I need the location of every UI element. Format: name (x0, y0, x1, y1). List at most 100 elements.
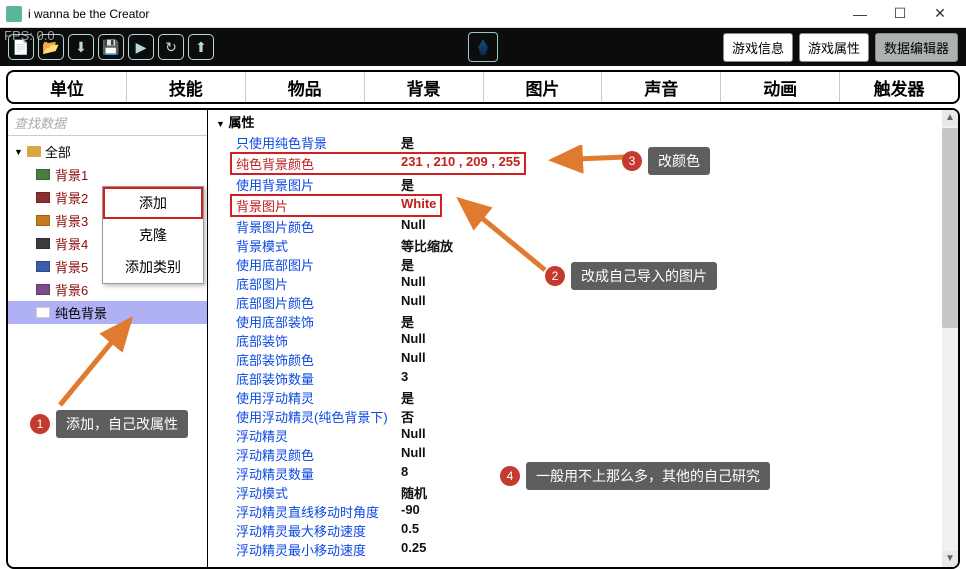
prop-row-11[interactable]: 底部装饰颜色Null (208, 350, 958, 369)
prop-value: Null (401, 426, 426, 445)
context-add[interactable]: 添加 (103, 187, 203, 219)
tree-item-label: 纯色背景 (55, 303, 107, 322)
tab-0[interactable]: 单位 (8, 72, 127, 102)
tree-item-label: 背景3 (55, 211, 88, 230)
right-button-1[interactable]: 游戏属性 (799, 33, 869, 62)
scroll-up-icon[interactable]: ▲ (942, 110, 958, 126)
tab-6[interactable]: 动画 (721, 72, 840, 102)
right-button-2[interactable]: 数据编辑器 (875, 33, 958, 62)
prop-row-10[interactable]: 底部装饰Null (208, 331, 958, 350)
prop-row-8[interactable]: 底部图片颜色Null (208, 293, 958, 312)
play-icon[interactable]: ▶ (128, 34, 154, 60)
open-file-icon[interactable]: 📂 (38, 34, 64, 60)
callout-3: 改颜色 (648, 147, 710, 175)
prop-name: 只使用纯色背景 (236, 133, 401, 152)
prop-name: 使用底部装饰 (236, 312, 401, 331)
prop-name: 浮动精灵最小移动速度 (236, 540, 401, 559)
tab-5[interactable]: 声音 (602, 72, 721, 102)
color-swatch (36, 169, 50, 180)
prop-row-5[interactable]: 背景模式等比缩放 (208, 236, 958, 255)
prop-value: 等比缩放 (401, 236, 453, 255)
tree-root[interactable]: ▼ 全部 (8, 140, 207, 163)
prop-row-20[interactable]: 浮动精灵最大移动速度0.5 (208, 521, 958, 540)
annotation-1: 1 添加，自己改属性 (30, 410, 188, 438)
prop-name: 背景图片颜色 (236, 217, 401, 236)
prop-name: 浮动精灵 (236, 426, 401, 445)
maximize-button[interactable]: ☐ (880, 0, 920, 28)
prop-row-4[interactable]: 背景图片颜色Null (208, 217, 958, 236)
prop-row-1[interactable]: 纯色背景颜色231 , 210 , 209 , 255 (208, 152, 958, 175)
tab-7[interactable]: 触发器 (840, 72, 958, 102)
color-swatch (36, 284, 50, 295)
scroll-thumb[interactable] (942, 128, 958, 328)
folder-icon (27, 146, 41, 157)
prop-value: Null (401, 445, 426, 464)
color-swatch (36, 192, 50, 203)
prop-row-0[interactable]: 只使用纯色背景是 (208, 133, 958, 152)
context-menu: 添加 克隆 添加类别 (102, 186, 204, 284)
new-file-icon[interactable]: 📄 (8, 34, 34, 60)
prop-row-9[interactable]: 使用底部装饰是 (208, 312, 958, 331)
badge-2: 2 (545, 266, 565, 286)
prop-name: 浮动模式 (236, 483, 401, 502)
prop-row-13[interactable]: 使用浮动精灵是 (208, 388, 958, 407)
save-icon[interactable]: 💾 (98, 34, 124, 60)
prop-value: Null (401, 293, 426, 312)
callout-1: 添加，自己改属性 (56, 410, 188, 438)
color-swatch (36, 215, 50, 226)
tree-item-label: 背景2 (55, 188, 88, 207)
prop-value: Null (401, 217, 426, 236)
download-icon[interactable]: ⬇ (68, 34, 94, 60)
prop-value: Null (401, 331, 426, 350)
color-swatch (36, 238, 50, 249)
prop-name: 底部装饰 (236, 331, 401, 350)
annotation-4: 4 一般用不上那么多，其他的自己研究 (500, 462, 770, 490)
prop-row-21[interactable]: 浮动精灵最小移动速度0.25 (208, 540, 958, 559)
close-button[interactable]: ✕ (920, 0, 960, 28)
prop-name: 浮动精灵颜色 (236, 445, 401, 464)
prop-name: 纯色背景颜色 (236, 154, 401, 173)
prop-row-2[interactable]: 使用背景图片是 (208, 175, 958, 194)
tree-root-label: 全部 (45, 142, 71, 161)
prop-value: 是 (401, 175, 414, 194)
scroll-down-icon[interactable]: ▼ (942, 551, 958, 567)
prop-name: 浮动精灵数量 (236, 464, 401, 483)
prop-row-12[interactable]: 底部装饰数量3 (208, 369, 958, 388)
prop-name: 使用背景图片 (236, 175, 401, 194)
callout-4: 一般用不上那么多，其他的自己研究 (526, 462, 770, 490)
annotation-2: 2 改成自己导入的图片 (545, 262, 717, 290)
badge-3: 3 (622, 151, 642, 171)
tab-3[interactable]: 背景 (365, 72, 484, 102)
tab-1[interactable]: 技能 (127, 72, 246, 102)
character-icon[interactable] (468, 32, 498, 62)
context-clone[interactable]: 克隆 (103, 219, 203, 251)
tree-item-label: 背景4 (55, 234, 88, 253)
prop-name: 浮动精灵最大移动速度 (236, 521, 401, 540)
badge-4: 4 (500, 466, 520, 486)
properties-header[interactable]: ▼ 属性 (208, 110, 958, 133)
prop-value: 随机 (401, 483, 427, 502)
badge-1: 1 (30, 414, 50, 434)
context-add-category[interactable]: 添加类别 (103, 251, 203, 283)
prop-name: 底部装饰颜色 (236, 350, 401, 369)
prop-row-3[interactable]: 背景图片White (208, 194, 958, 217)
tree-item-label: 背景5 (55, 257, 88, 276)
tab-2[interactable]: 物品 (246, 72, 365, 102)
upload-icon[interactable]: ⬆ (188, 34, 214, 60)
prop-name: 使用浮动精灵 (236, 388, 401, 407)
tree-item-0[interactable]: 背景1 (8, 163, 207, 186)
right-button-0[interactable]: 游戏信息 (723, 33, 793, 62)
tab-4[interactable]: 图片 (484, 72, 603, 102)
minimize-button[interactable]: — (840, 0, 880, 28)
prop-row-19[interactable]: 浮动精灵直线移动时角度-90 (208, 502, 958, 521)
left-panel: 查找数据 ▼ 全部 背景1背景2背景3背景4背景5背景6纯色背景 (8, 110, 208, 567)
tree-item-6[interactable]: 纯色背景 (8, 301, 207, 324)
scrollbar[interactable]: ▲ ▼ (942, 110, 958, 567)
toolbar: 📄 📂 ⬇ 💾 ▶ ↻ ⬆ 游戏信息游戏属性数据编辑器 (0, 28, 966, 66)
prop-row-14[interactable]: 使用浮动精灵(纯色背景下)否 (208, 407, 958, 426)
search-input[interactable]: 查找数据 (8, 110, 207, 136)
prop-value: Null (401, 274, 426, 293)
prop-row-15[interactable]: 浮动精灵Null (208, 426, 958, 445)
prop-value: 是 (401, 312, 414, 331)
refresh-icon[interactable]: ↻ (158, 34, 184, 60)
